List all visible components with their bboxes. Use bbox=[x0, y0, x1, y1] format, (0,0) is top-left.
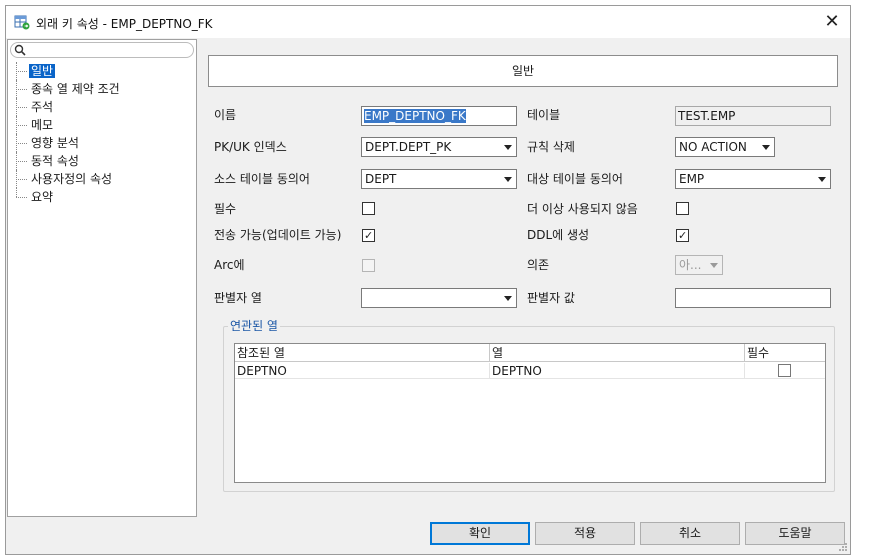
column-header-mandatory[interactable]: 필수 bbox=[745, 344, 825, 362]
property-tree: 일반 종속 열 제약 조건 주석 메모 영향 분석 동적 속성 사용자정의 속성… bbox=[8, 62, 196, 206]
pkuk-index-label: PK/UK 인덱스 bbox=[214, 140, 287, 154]
tree-item-impact-analysis[interactable]: 영향 분석 bbox=[8, 134, 196, 152]
resize-grip-icon[interactable] bbox=[838, 542, 848, 552]
tree-branch-line bbox=[16, 152, 28, 170]
name-label: 이름 bbox=[214, 108, 237, 122]
related-columns-legend: 연관된 열 bbox=[228, 319, 280, 333]
tree-item-dependent-column-constraints[interactable]: 종속 열 제약 조건 bbox=[8, 80, 196, 98]
target-synonym-value: EMP bbox=[679, 172, 705, 186]
name-value: EMP_DEPTNO_FK bbox=[364, 109, 466, 123]
deprecated-label: 더 이상 사용되지 않음 bbox=[527, 202, 638, 216]
tree-item-summary[interactable]: 요약 bbox=[8, 188, 196, 206]
name-field[interactable]: EMP_DEPTNO_FK bbox=[361, 106, 517, 126]
dependency-dropdown: 아... bbox=[675, 255, 723, 275]
help-button[interactable]: 도움말 bbox=[745, 522, 845, 545]
tree-item-label: 영향 분석 bbox=[31, 136, 79, 150]
tree-item-general[interactable]: 일반 bbox=[8, 62, 196, 80]
source-synonym-dropdown[interactable]: DEPT bbox=[361, 169, 517, 189]
target-synonym-label: 대상 테이블 동의어 bbox=[527, 172, 623, 186]
navigation-pane: 일반 종속 열 제약 조건 주석 메모 영향 분석 동적 속성 사용자정의 속성… bbox=[7, 39, 197, 517]
deprecated-checkbox[interactable] bbox=[676, 202, 689, 215]
tree-branch-line bbox=[16, 134, 28, 152]
dependency-value: 아... bbox=[679, 258, 702, 272]
source-synonym-label: 소스 테이블 동의어 bbox=[214, 172, 310, 186]
tree-branch-line bbox=[16, 116, 28, 134]
section-title: 일반 bbox=[208, 55, 838, 87]
column-header-referenced[interactable]: 참조된 열 bbox=[235, 344, 490, 362]
tree-item-dynamic-properties[interactable]: 동적 속성 bbox=[8, 152, 196, 170]
tree-branch-line bbox=[16, 80, 28, 98]
delete-rule-label: 규칙 삭제 bbox=[527, 140, 575, 154]
checkmark-icon: ✓ bbox=[678, 229, 688, 242]
tree-branch-line bbox=[16, 62, 28, 80]
delete-rule-value: NO ACTION bbox=[679, 140, 747, 154]
column-header-column[interactable]: 열 bbox=[490, 344, 745, 362]
pkuk-index-dropdown[interactable]: DEPT.DEPT_PK bbox=[361, 137, 517, 157]
arc-label: Arc에 bbox=[214, 258, 245, 272]
general-properties-panel: 일반 이름 EMP_DEPTNO_FK 테이블 TEST.EMP PK/UK 인… bbox=[202, 39, 848, 517]
app-table-icon bbox=[14, 15, 30, 30]
tree-item-label: 메모 bbox=[31, 118, 54, 132]
search-box[interactable] bbox=[10, 42, 194, 58]
discriminator-value-field[interactable] bbox=[675, 288, 831, 308]
delete-rule-dropdown[interactable]: NO ACTION bbox=[675, 137, 775, 157]
source-synonym-value: DEPT bbox=[365, 172, 397, 186]
tree-branch-line bbox=[16, 170, 28, 188]
search-input[interactable] bbox=[29, 43, 189, 57]
apply-button[interactable]: 적용 bbox=[535, 522, 635, 545]
generate-in-ddl-checkbox[interactable]: ✓ bbox=[676, 229, 689, 242]
table-label: 테이블 bbox=[527, 108, 561, 122]
tree-item-label: 주석 bbox=[31, 100, 54, 114]
chevron-down-icon bbox=[504, 296, 512, 301]
cancel-button[interactable]: 취소 bbox=[640, 522, 740, 545]
tree-item-comments[interactable]: 주석 bbox=[8, 98, 196, 116]
tree-item-user-defined-properties[interactable]: 사용자정의 속성 bbox=[8, 170, 196, 188]
tree-branch-line bbox=[16, 98, 28, 116]
discriminator-column-label: 판별자 열 bbox=[214, 291, 262, 305]
pkuk-index-value: DEPT.DEPT_PK bbox=[365, 140, 452, 154]
arc-checkbox bbox=[362, 259, 375, 272]
window-title: 외래 키 속성 - EMP_DEPTNO_FK bbox=[36, 17, 213, 31]
ok-button[interactable]: 확인 bbox=[430, 522, 530, 545]
foreign-key-properties-dialog: 외래 키 속성 - EMP_DEPTNO_FK ✕ 일반 종속 열 제약 조건 … bbox=[5, 5, 851, 555]
discriminator-value-label: 판별자 값 bbox=[527, 291, 575, 305]
chevron-down-icon bbox=[818, 177, 826, 182]
checkmark-icon: ✓ bbox=[364, 229, 374, 242]
related-columns-table: 참조된 열 열 필수 DEPTNO DEPTNO bbox=[234, 343, 826, 483]
referenced-column-cell[interactable]: DEPTNO bbox=[235, 363, 490, 379]
tree-item-label: 사용자정의 속성 bbox=[31, 172, 113, 186]
close-icon[interactable]: ✕ bbox=[820, 10, 844, 34]
dependency-label: 의존 bbox=[527, 258, 550, 272]
discriminator-column-dropdown[interactable] bbox=[361, 288, 517, 308]
chevron-down-icon bbox=[762, 145, 770, 150]
mandatory-checkbox[interactable] bbox=[362, 202, 375, 215]
target-synonym-dropdown[interactable]: EMP bbox=[675, 169, 831, 189]
table-field: TEST.EMP bbox=[675, 106, 831, 126]
mandatory-cell bbox=[745, 363, 825, 379]
mandatory-label: 필수 bbox=[214, 202, 237, 216]
tree-item-notes[interactable]: 메모 bbox=[8, 116, 196, 134]
chevron-down-icon bbox=[504, 145, 512, 150]
search-icon bbox=[14, 44, 26, 56]
title-bar: 외래 키 속성 - EMP_DEPTNO_FK ✕ bbox=[6, 6, 850, 38]
tree-item-label: 요약 bbox=[31, 190, 54, 204]
table-row[interactable]: DEPTNO DEPTNO bbox=[235, 363, 825, 379]
table-header: 참조된 열 열 필수 bbox=[235, 344, 825, 362]
related-columns-group: 연관된 열 참조된 열 열 필수 DEPTNO DEPTNO bbox=[223, 319, 835, 492]
transferable-checkbox[interactable]: ✓ bbox=[362, 229, 375, 242]
tree-item-label: 동적 속성 bbox=[31, 154, 79, 168]
chevron-down-icon bbox=[504, 177, 512, 182]
transferable-label: 전송 가능(업데이트 가능) bbox=[214, 228, 342, 242]
column-cell[interactable]: DEPTNO bbox=[490, 363, 745, 379]
tree-item-label: 일반 bbox=[29, 64, 56, 78]
chevron-down-icon bbox=[710, 263, 718, 268]
row-mandatory-checkbox[interactable] bbox=[778, 364, 791, 377]
tree-branch-line bbox=[16, 188, 28, 206]
generate-in-ddl-label: DDL에 생성 bbox=[527, 228, 590, 242]
tree-item-label: 종속 열 제약 조건 bbox=[31, 82, 120, 96]
